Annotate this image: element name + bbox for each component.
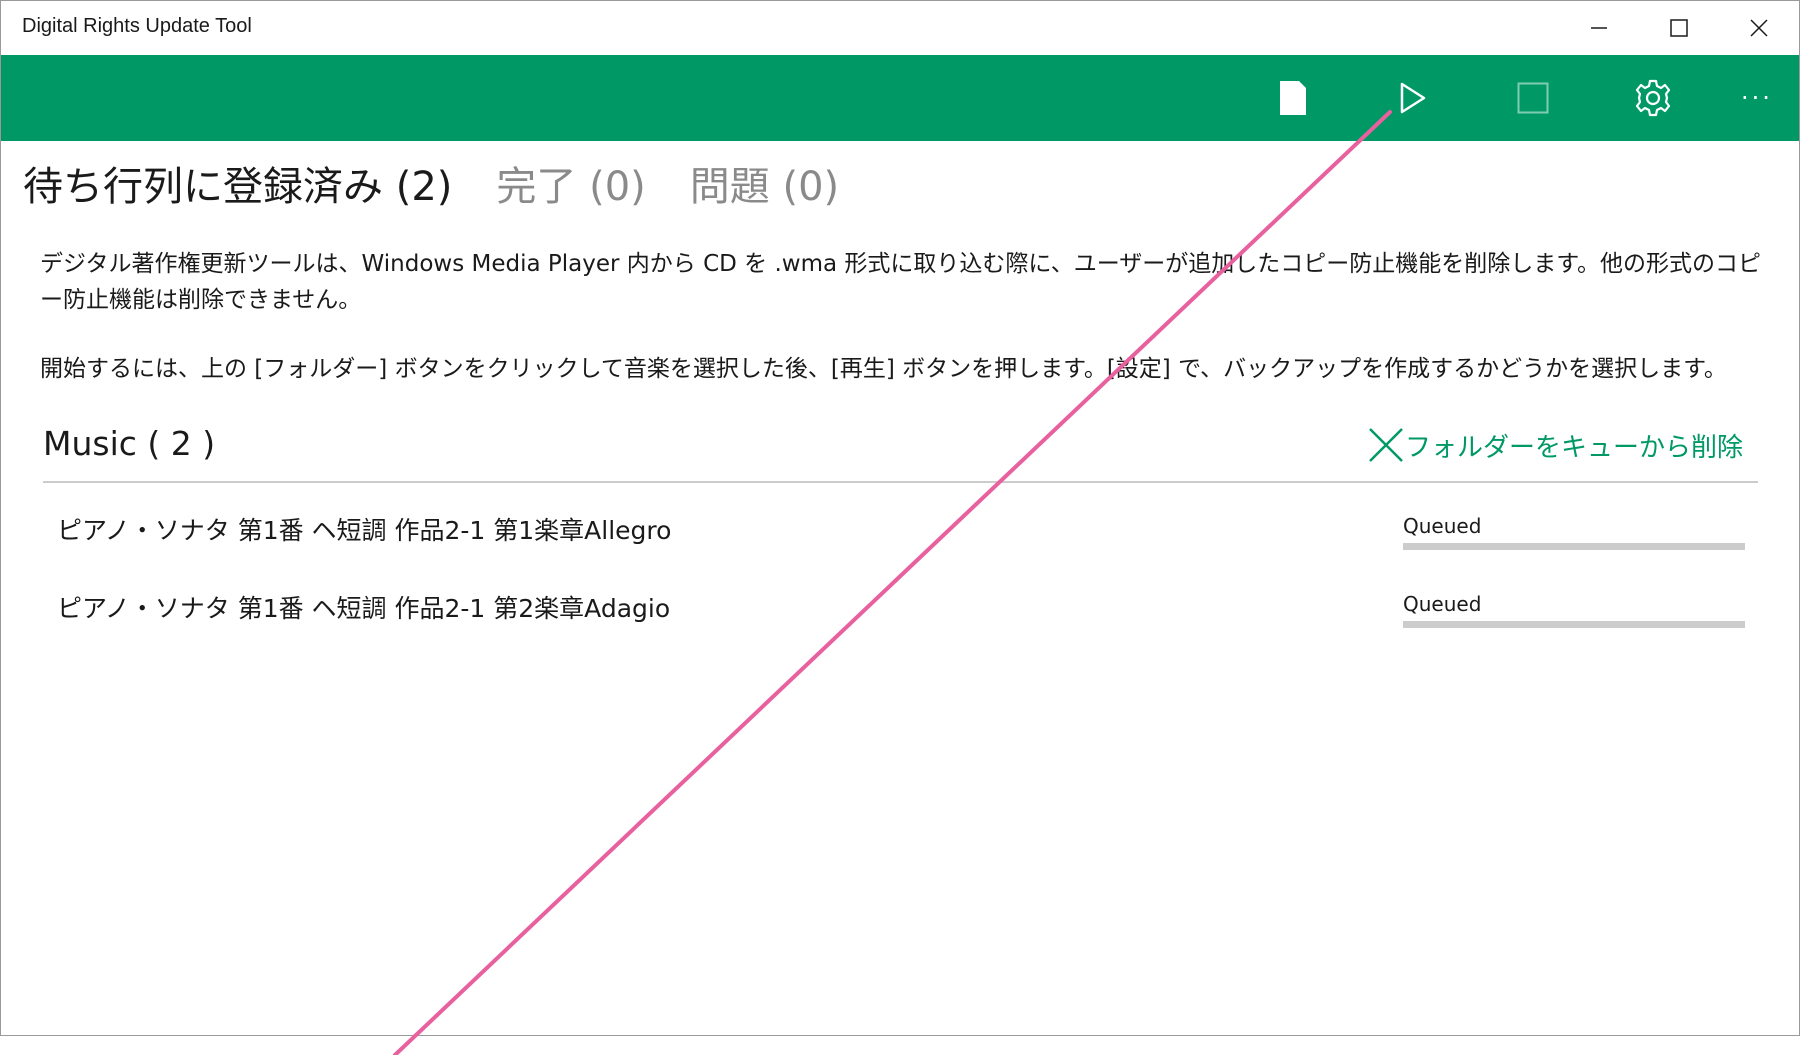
remove-folder-button[interactable]: フォルダーをキューから削除 bbox=[1367, 425, 1743, 465]
folder-name: Music ( 2 ) bbox=[43, 424, 216, 463]
description-paragraph-1: デジタル著作権更新ツールは、Windows Media Player 内から C… bbox=[40, 251, 1761, 313]
minimize-button[interactable] bbox=[1559, 1, 1639, 55]
tab-queued[interactable]: 待ち行列に登録済み (2) bbox=[23, 159, 452, 215]
folder-icon bbox=[1280, 81, 1306, 115]
stop-button[interactable] bbox=[1483, 55, 1583, 141]
settings-button[interactable] bbox=[1603, 55, 1703, 141]
maximize-icon bbox=[1670, 19, 1688, 37]
description-paragraph-2: 開始するには、上の [フォルダー] ボタンをクリックして音楽を選択した後、[再生… bbox=[40, 356, 1727, 382]
remove-folder-label: フォルダーをキューから削除 bbox=[1404, 432, 1743, 463]
status-text: Queued bbox=[1403, 592, 1482, 616]
remove-x-icon bbox=[1369, 428, 1403, 462]
play-button[interactable] bbox=[1363, 55, 1463, 141]
gear-icon bbox=[1635, 79, 1671, 117]
minimize-icon bbox=[1591, 27, 1607, 29]
track-title: ピアノ・ソナタ 第1番 ヘ短調 作品2-1 第2楽章Adagio bbox=[57, 594, 671, 623]
list-item[interactable]: ピアノ・ソナタ 第1番 ヘ短調 作品2-1 第2楽章Adagio Queued bbox=[43, 579, 1758, 639]
close-button[interactable] bbox=[1719, 1, 1799, 55]
play-icon bbox=[1400, 82, 1426, 114]
progress-bar bbox=[1403, 621, 1745, 628]
list-item[interactable]: ピアノ・ソナタ 第1番 ヘ短調 作品2-1 第1楽章Allegro Queued bbox=[43, 501, 1758, 561]
tab-completed[interactable]: 完了 (0) bbox=[496, 159, 645, 215]
app-window: Digital Rights Update Tool ··· 待ち行列に登録済み… bbox=[0, 0, 1800, 1036]
more-icon: ··· bbox=[1741, 84, 1773, 112]
progress-bar bbox=[1403, 543, 1745, 550]
maximize-button[interactable] bbox=[1639, 1, 1719, 55]
track-status: Queued bbox=[1403, 513, 1745, 550]
track-status: Queued bbox=[1403, 591, 1745, 628]
title-bar: Digital Rights Update Tool bbox=[1, 1, 1799, 55]
window-title: Digital Rights Update Tool bbox=[22, 15, 252, 37]
stop-icon bbox=[1517, 82, 1549, 114]
folder-button[interactable] bbox=[1243, 55, 1343, 141]
status-text: Queued bbox=[1403, 514, 1482, 538]
tab-problems[interactable]: 問題 (0) bbox=[690, 159, 839, 215]
close-icon bbox=[1750, 19, 1768, 37]
folder-header: Music ( 2 ) フォルダーをキューから削除 bbox=[43, 421, 1758, 483]
more-options-button[interactable]: ··· bbox=[1707, 55, 1799, 141]
track-title: ピアノ・ソナタ 第1番 ヘ短調 作品2-1 第1楽章Allegro bbox=[57, 516, 672, 545]
pivot-tabs: 待ち行列に登録済み (2) 完了 (0) 問題 (0) bbox=[23, 159, 883, 215]
command-bar: ··· bbox=[1, 55, 1799, 141]
